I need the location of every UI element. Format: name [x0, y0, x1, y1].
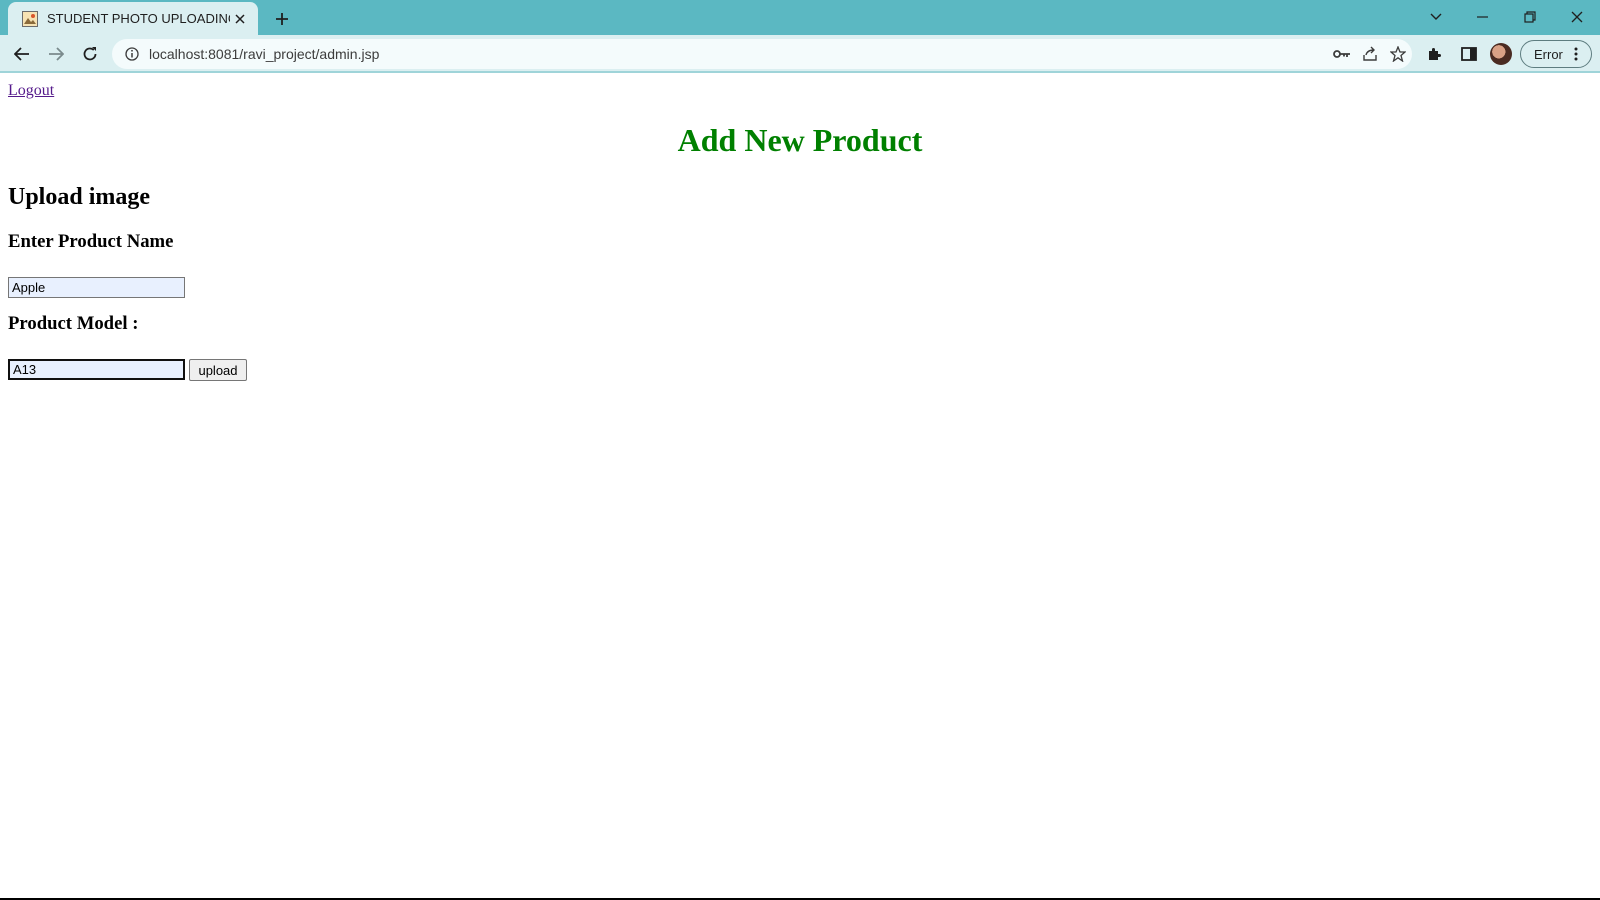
browser-toolbar: localhost:8081/ravi_project/admin.jsp Er… — [0, 35, 1600, 73]
extensions-puzzle-icon[interactable] — [1421, 40, 1449, 68]
page-title: Add New Product — [677, 122, 923, 158]
reload-icon[interactable] — [76, 40, 104, 68]
product-name-input[interactable] — [8, 277, 185, 298]
upload-button[interactable]: upload — [189, 359, 247, 381]
close-window-icon[interactable] — [1553, 0, 1600, 33]
logout-link[interactable]: Logout — [8, 82, 54, 100]
close-tab-icon[interactable] — [230, 9, 250, 29]
new-tab-icon[interactable] — [270, 7, 294, 31]
kebab-menu-icon[interactable] — [1567, 47, 1585, 61]
bookmark-star-icon[interactable] — [1384, 40, 1412, 68]
url-text: localhost:8081/ravi_project/admin.jsp — [149, 46, 380, 62]
image-icon — [22, 10, 38, 27]
browser-tab[interactable]: STUDENT PHOTO UPLOADING — [8, 2, 258, 35]
profile-error-button[interactable]: Error — [1520, 40, 1592, 68]
address-bar[interactable]: localhost:8081/ravi_project/admin.jsp — [112, 39, 1412, 69]
upload-image-heading: Upload image — [8, 184, 151, 210]
browser-tab-strip: STUDENT PHOTO UPLOADING — [0, 0, 1600, 35]
tab-title: STUDENT PHOTO UPLOADING — [47, 11, 230, 26]
minimize-icon[interactable] — [1459, 0, 1506, 33]
product-model-input[interactable] — [8, 359, 185, 380]
share-icon[interactable] — [1356, 40, 1384, 68]
password-key-icon[interactable] — [1328, 40, 1356, 68]
product-model-label: Product Model : — [8, 313, 139, 334]
page-content: Logout Add New Product Upload image Ente… — [0, 75, 1600, 900]
tab-search-chevron-icon[interactable] — [1412, 0, 1459, 33]
forward-arrow-icon[interactable] — [42, 40, 70, 68]
side-panel-icon[interactable] — [1455, 40, 1483, 68]
site-info-icon[interactable] — [124, 46, 140, 62]
window-controls — [1412, 0, 1600, 33]
profile-avatar[interactable] — [1490, 43, 1512, 65]
restore-icon[interactable] — [1506, 0, 1553, 33]
product-name-label: Enter Product Name — [8, 231, 174, 252]
back-arrow-icon[interactable] — [8, 40, 36, 68]
profile-error-label: Error — [1534, 46, 1563, 62]
